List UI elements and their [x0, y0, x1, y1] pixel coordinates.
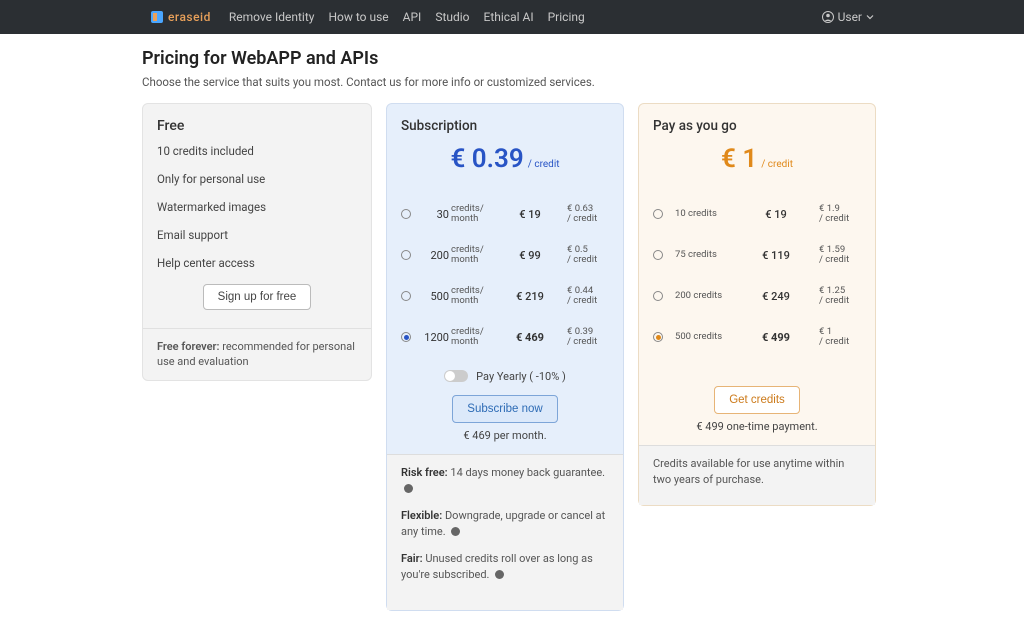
free-feature: 10 credits included — [157, 144, 357, 158]
tier-credits: 500 — [421, 290, 449, 303]
free-feature: Email support — [157, 228, 357, 242]
info-icon[interactable] — [495, 570, 504, 579]
subscription-tiers: 30credits/month€ 19€ 0.63/ credit200cred… — [401, 194, 609, 358]
tier-credits-unit: credits/month — [451, 245, 493, 266]
info-icon[interactable] — [404, 484, 413, 493]
tier-price: € 219 — [493, 290, 567, 303]
nav-ethical-ai[interactable]: Ethical AI — [484, 10, 534, 24]
signup-free-button[interactable]: Sign up for free — [203, 284, 312, 310]
free-footer: Free forever: recommended for personal u… — [143, 328, 371, 380]
payg-tier-row[interactable]: 200 credits€ 249€ 1.25/ credit — [653, 276, 861, 317]
yearly-toggle[interactable] — [444, 370, 468, 382]
subscription-footer: Risk free: 14 days money back guarantee.… — [387, 454, 623, 610]
tier-per-credit: € 1.59/ credit — [819, 245, 861, 266]
subscription-title: Subscription — [401, 118, 609, 134]
subscription-note: € 469 per month. — [401, 429, 609, 442]
tier-credits: 200 — [421, 249, 449, 262]
yearly-label: Pay Yearly ( -10% ) — [476, 370, 566, 383]
payg-note: € 499 one-time payment. — [653, 420, 861, 433]
tier-price: € 249 — [733, 290, 819, 303]
free-plan-card: Free 10 credits included Only for person… — [142, 103, 372, 381]
subscription-footer-line: Flexible: Downgrade, upgrade or cancel a… — [401, 508, 609, 541]
get-credits-button[interactable]: Get credits — [714, 386, 800, 414]
user-icon — [822, 11, 834, 23]
nav-api[interactable]: API — [403, 10, 422, 24]
tier-radio[interactable] — [653, 250, 663, 260]
payg-tier-row[interactable]: 500 credits€ 499€ 1/ credit — [653, 317, 861, 358]
payg-tier-row[interactable]: 10 credits€ 19€ 1.9/ credit — [653, 194, 861, 235]
user-menu[interactable]: User — [822, 10, 874, 24]
payg-plan-card: Pay as you go € 1/ credit 10 credits€ 19… — [638, 103, 876, 506]
subscription-footer-line: Fair: Unused credits roll over as long a… — [401, 551, 609, 584]
nav-pricing[interactable]: Pricing — [548, 10, 585, 24]
tier-credits-unit: credits/month — [451, 327, 493, 348]
tier-price: € 119 — [733, 249, 819, 262]
payg-hero-price: € 1/ credit — [653, 144, 861, 174]
tier-radio[interactable] — [653, 209, 663, 219]
chevron-down-icon — [866, 13, 874, 21]
tier-credits: 1200 — [421, 331, 449, 344]
tier-price: € 19 — [733, 208, 819, 221]
nav-studio[interactable]: Studio — [435, 10, 469, 24]
tier-radio[interactable] — [653, 332, 663, 342]
tier-price: € 499 — [733, 331, 819, 344]
tier-radio[interactable] — [653, 291, 663, 301]
tier-credits: 30 — [421, 208, 449, 221]
brand-text: eraseid — [168, 10, 211, 24]
tier-price: € 19 — [493, 208, 567, 221]
tier-radio[interactable] — [401, 250, 411, 260]
tier-per-credit: € 1/ credit — [819, 327, 861, 348]
info-icon[interactable] — [451, 527, 460, 536]
subscription-tier-row[interactable]: 500credits/month€ 219€ 0.44/ credit — [401, 276, 609, 317]
user-label: User — [838, 10, 862, 24]
tier-per-credit: € 1.25/ credit — [819, 286, 861, 307]
tier-per-credit: € 0.39/ credit — [567, 327, 609, 348]
tier-credits-unit: credits/month — [451, 286, 493, 307]
navbar: eraseid Remove Identity How to use API S… — [0, 0, 1024, 34]
tier-per-credit: € 0.44/ credit — [567, 286, 609, 307]
nav-how-to-use[interactable]: How to use — [328, 10, 388, 24]
logo[interactable]: eraseid — [150, 10, 211, 24]
tier-price: € 469 — [493, 331, 567, 344]
tier-per-credit: € 0.63/ credit — [567, 204, 609, 225]
free-feature: Only for personal use — [157, 172, 357, 186]
free-title: Free — [157, 118, 357, 134]
tier-price: € 99 — [493, 249, 567, 262]
free-feature: Help center access — [157, 256, 357, 270]
nav-remove-identity[interactable]: Remove Identity — [229, 10, 315, 24]
tier-radio[interactable] — [401, 291, 411, 301]
subscription-tier-row[interactable]: 30credits/month€ 19€ 0.63/ credit — [401, 194, 609, 235]
tier-radio[interactable] — [401, 332, 411, 342]
subscription-footer-line: Risk free: 14 days money back guarantee. — [401, 465, 609, 498]
subscription-tier-row[interactable]: 1200credits/month€ 469€ 0.39/ credit — [401, 317, 609, 358]
subscription-plan-card: Subscription € 0.39/ credit 30credits/mo… — [386, 103, 624, 611]
payg-tiers: 10 credits€ 19€ 1.9/ credit75 credits€ 1… — [653, 194, 861, 358]
page-subtitle: Choose the service that suits you most. … — [142, 75, 882, 89]
payg-title: Pay as you go — [653, 118, 861, 134]
tier-credits-unit: credits/month — [451, 204, 493, 225]
tier-per-credit: € 0.5/ credit — [567, 245, 609, 266]
tier-credits: 75 credits — [675, 250, 733, 260]
payg-footer: Credits available for use anytime within… — [639, 445, 875, 505]
tier-credits: 500 credits — [675, 332, 733, 342]
logo-icon — [150, 10, 164, 24]
free-feature: Watermarked images — [157, 200, 357, 214]
tier-credits: 10 credits — [675, 209, 733, 219]
tier-radio[interactable] — [401, 209, 411, 219]
payg-tier-row[interactable]: 75 credits€ 119€ 1.59/ credit — [653, 235, 861, 276]
subscription-hero-price: € 0.39/ credit — [401, 144, 609, 174]
page-title: Pricing for WebAPP and APIs — [142, 48, 882, 69]
yearly-toggle-row: Pay Yearly ( -10% ) — [401, 370, 609, 383]
tier-credits: 200 credits — [675, 291, 733, 301]
subscription-tier-row[interactable]: 200credits/month€ 99€ 0.5/ credit — [401, 235, 609, 276]
tier-per-credit: € 1.9/ credit — [819, 204, 861, 225]
subscribe-button[interactable]: Subscribe now — [452, 395, 557, 423]
